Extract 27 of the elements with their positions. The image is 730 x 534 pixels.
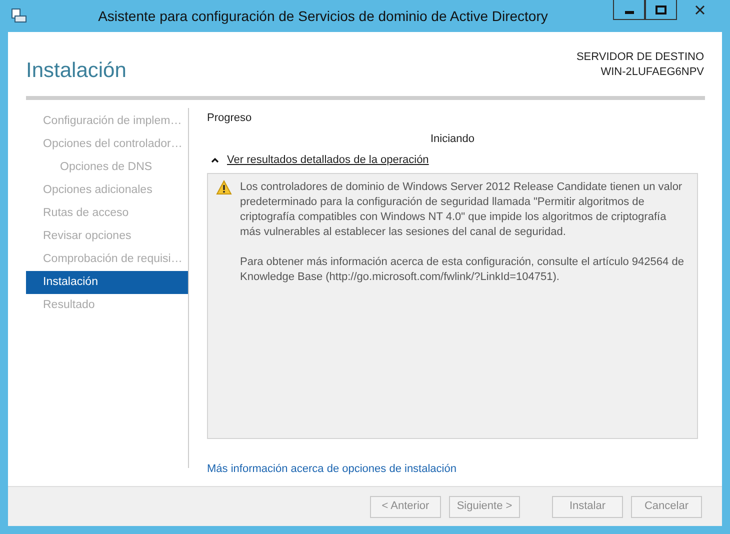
sidebar-item[interactable]: Configuración de implem… bbox=[26, 110, 188, 133]
chevron-up-icon bbox=[211, 157, 219, 164]
message-text: Los controladores de dominio de Windows Server 2012 Release Candidate tienen un valor predeterminado para la configuración de seguridad llamada "Permitir algoritmos de criptografía compatibles con Windows NT 4.0" que impide los algoritmos de criptografía más vulnerables al establecer las sesiones del canal de seguridad. bbox=[240, 180, 684, 240]
app-icon bbox=[10, 7, 28, 25]
minimize-button[interactable] bbox=[613, 0, 645, 20]
sidebar-item[interactable]: Revisar opciones bbox=[26, 225, 188, 248]
sidebar-item[interactable]: Instalación bbox=[26, 271, 188, 294]
page-title: Instalación bbox=[26, 58, 126, 84]
sidebar-item[interactable]: Opciones del controlador… bbox=[26, 133, 188, 156]
message-text: Para obtener más información acerca de esta configuración, consulte el artículo 942564 de Knowledge Base (http://go.microsoft.com/fwlink/?LinkId=104751). bbox=[240, 254, 685, 284]
maximize-icon bbox=[655, 4, 667, 14]
sidebar-item[interactable]: Comprobación de requisi… bbox=[26, 248, 188, 271]
info-link[interactable]: Más información acerca de opciones de instalación bbox=[207, 460, 456, 477]
server-name: WIN-2LUFAEG6NPV bbox=[600, 65, 704, 80]
progress-label: Progreso bbox=[207, 111, 253, 126]
close-icon bbox=[695, 4, 705, 14]
sidebar-item[interactable]: Rutas de acceso bbox=[26, 202, 188, 225]
sidebar-item[interactable]: Opciones de DNS bbox=[26, 156, 188, 179]
sidebar-item[interactable]: Resultado bbox=[26, 294, 188, 317]
warning-icon bbox=[216, 180, 232, 194]
progress-status: Iniciando bbox=[429, 132, 476, 146]
maximize-button[interactable] bbox=[645, 0, 677, 20]
server-label: SERVIDOR DE DESTINO bbox=[576, 50, 704, 65]
details-toggle[interactable]: Ver resultados detallados de la operación bbox=[207, 152, 429, 168]
sidebar-item[interactable]: Opciones adicionales bbox=[26, 179, 188, 202]
window-title: Asistente para configuración de Servicios de dominio de Active Directory bbox=[97, 6, 549, 26]
minimize-icon bbox=[624, 11, 634, 14]
